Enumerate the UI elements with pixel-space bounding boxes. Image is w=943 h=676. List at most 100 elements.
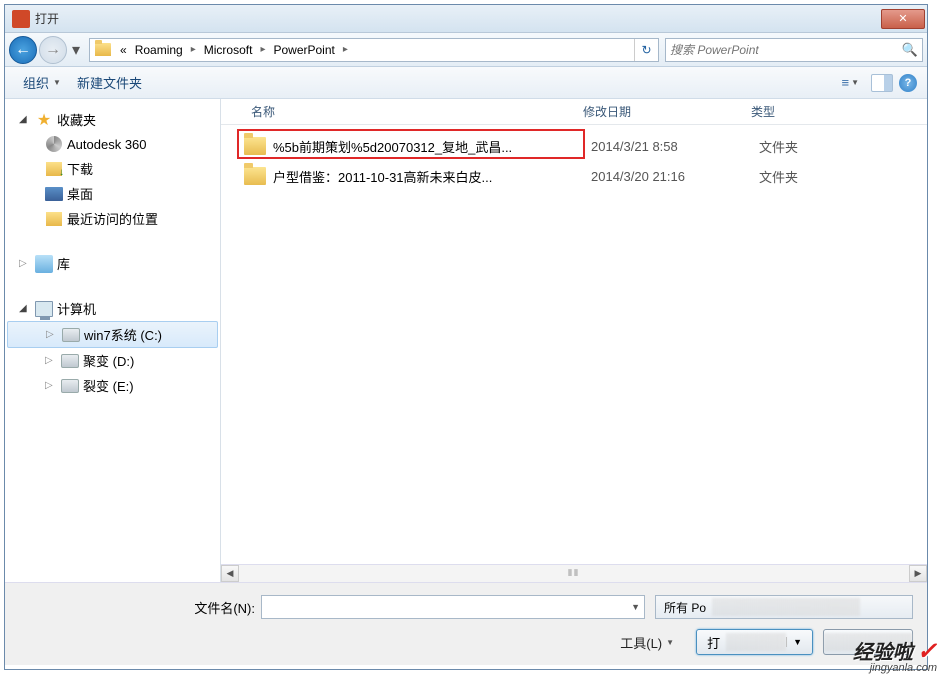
- tree-arrow-icon[interactable]: ▷: [19, 258, 31, 269]
- view-mode-button[interactable]: ≡ ▼: [835, 72, 865, 93]
- tree-arrow-icon[interactable]: ▷: [45, 380, 57, 391]
- column-date[interactable]: 修改日期: [575, 99, 743, 124]
- tree-arrow-icon[interactable]: ◢: [19, 303, 31, 314]
- autodesk-icon: [45, 135, 63, 153]
- column-headers: 名称 修改日期 类型: [221, 99, 927, 125]
- watermark: 经验啦 ✓ jingyanla.com: [853, 636, 937, 674]
- tree-computer-label: 计算机: [57, 299, 96, 318]
- scroll-right-button[interactable]: ▶: [909, 565, 927, 582]
- breadcrumb-sep-icon[interactable]: ▸: [187, 44, 200, 55]
- file-date: 2014/3/21 8:58: [591, 139, 759, 154]
- nav-back-button[interactable]: ←: [9, 36, 37, 64]
- downloads-icon: [45, 160, 63, 178]
- tree-autodesk[interactable]: Autodesk 360: [5, 132, 220, 156]
- toolbar: 组织 ▼ 新建文件夹 ≡ ▼ ?: [5, 67, 927, 99]
- tree-arrow-icon[interactable]: ◢: [19, 114, 31, 125]
- library-icon: [35, 255, 53, 273]
- folder-icon: [243, 164, 267, 188]
- horizontal-scrollbar[interactable]: ◀ ⦀⦀ ▶: [221, 564, 927, 582]
- file-list-pane: 名称 修改日期 类型 %5b前期策划%5d20070312_复地_武昌... 2…: [221, 99, 927, 582]
- nav-forward-button: →: [39, 36, 67, 64]
- organize-menu[interactable]: 组织 ▼: [15, 69, 69, 96]
- tree-drive-e[interactable]: ▷ 裂变 (E:): [5, 373, 220, 398]
- chevron-down-icon: ▼: [851, 78, 859, 87]
- folder-icon: [243, 134, 267, 158]
- filename-combobox[interactable]: ▼: [261, 595, 645, 619]
- tools-label: 工具(L): [620, 633, 662, 652]
- tree-desktop-label: 桌面: [67, 184, 93, 203]
- chevron-down-icon[interactable]: ▼: [631, 602, 640, 612]
- footer: 文件名(N): ▼ 所有 Po 工具(L) ▼ 打 ▼: [5, 582, 927, 665]
- file-row[interactable]: %5b前期策划%5d20070312_复地_武昌... 2014/3/21 8:…: [221, 131, 927, 161]
- tree-drive-d-label: 聚变 (D:): [83, 351, 134, 370]
- obscured-region: [726, 633, 786, 651]
- tree-recent[interactable]: 最近访问的位置: [5, 206, 220, 231]
- new-folder-button[interactable]: 新建文件夹: [69, 69, 150, 96]
- titlebar: 打开 ✕: [5, 5, 927, 33]
- breadcrumb-prefix[interactable]: «: [116, 39, 131, 61]
- tree-library-label: 库: [57, 254, 70, 273]
- folder-icon: [94, 41, 112, 59]
- tree-drive-d[interactable]: ▷ 聚变 (D:): [5, 348, 220, 373]
- recent-icon: [45, 210, 63, 228]
- organize-label: 组织: [23, 73, 49, 92]
- column-name[interactable]: 名称: [221, 99, 575, 124]
- tree-arrow-icon[interactable]: ▷: [46, 329, 58, 340]
- scroll-grip-icon[interactable]: ⦀⦀: [568, 568, 580, 579]
- breadcrumb-roaming[interactable]: Roaming: [131, 39, 187, 61]
- scroll-left-button[interactable]: ◀: [221, 565, 239, 582]
- tree-drive-e-label: 裂变 (E:): [83, 376, 134, 395]
- address-bar[interactable]: « Roaming ▸ Microsoft ▸ PowerPoint ▸ ↻: [89, 38, 659, 62]
- tree-downloads[interactable]: 下载: [5, 156, 220, 181]
- breadcrumb-sep-icon[interactable]: ▸: [339, 44, 352, 55]
- computer-icon: [35, 300, 53, 318]
- close-button[interactable]: ✕: [881, 9, 925, 29]
- tools-menu[interactable]: 工具(L) ▼: [620, 633, 674, 652]
- window-title: 打开: [35, 10, 881, 27]
- search-input[interactable]: [670, 43, 902, 57]
- desktop-icon: [45, 185, 63, 203]
- tree-computer[interactable]: ◢ 计算机: [5, 296, 220, 321]
- filename-label: 文件名(N):: [19, 598, 261, 617]
- filetype-filter[interactable]: 所有 Po: [655, 595, 913, 619]
- breadcrumb-powerpoint[interactable]: PowerPoint: [269, 39, 338, 61]
- tree-arrow-icon[interactable]: ▷: [45, 355, 57, 366]
- file-row[interactable]: 户型借鉴：2011-10-31高新未来白皮... 2014/3/20 21:16…: [221, 161, 927, 191]
- tree-library[interactable]: ▷ 库: [5, 251, 220, 276]
- search-box[interactable]: 🔍: [665, 38, 923, 62]
- tree-autodesk-label: Autodesk 360: [67, 137, 147, 152]
- breadcrumb-microsoft[interactable]: Microsoft: [200, 39, 257, 61]
- file-rows[interactable]: %5b前期策划%5d20070312_复地_武昌... 2014/3/21 8:…: [221, 125, 927, 564]
- breadcrumb-sep-icon[interactable]: ▸: [256, 44, 269, 55]
- drive-icon: [62, 326, 80, 344]
- watermark-text: 经验啦: [853, 636, 913, 665]
- filetype-filter-label: 所有 Po: [664, 599, 706, 616]
- star-icon: ★: [35, 111, 53, 129]
- tree-downloads-label: 下载: [67, 159, 93, 178]
- chevron-down-icon: ▼: [666, 638, 674, 647]
- open-dialog-window: 打开 ✕ ← → ▾ « Roaming ▸ Microsoft ▸ Power…: [4, 4, 928, 670]
- chevron-down-icon[interactable]: ▼: [786, 637, 802, 647]
- refresh-button[interactable]: ↻: [634, 39, 658, 61]
- tree-drive-c[interactable]: ▷ win7系统 (C:): [7, 321, 218, 348]
- filename-input[interactable]: [266, 600, 631, 614]
- file-name: 户型借鉴：2011-10-31高新未来白皮...: [273, 167, 591, 186]
- tree-favorites-label: 收藏夹: [57, 110, 96, 129]
- sidebar-tree[interactable]: ◢ ★ 收藏夹 Autodesk 360 下载 桌面 最近访问的位置: [5, 99, 221, 582]
- open-button[interactable]: 打 ▼: [696, 629, 813, 655]
- chevron-down-icon: ▼: [53, 78, 61, 87]
- column-type[interactable]: 类型: [743, 99, 873, 124]
- help-button[interactable]: ?: [899, 74, 917, 92]
- preview-pane-button[interactable]: [871, 74, 893, 92]
- nav-history-dropdown[interactable]: ▾: [69, 40, 83, 60]
- open-label: 打: [707, 633, 720, 652]
- tree-desktop[interactable]: 桌面: [5, 181, 220, 206]
- drive-icon: [61, 377, 79, 395]
- tree-drive-c-label: win7系统 (C:): [84, 325, 162, 344]
- view-list-icon: ≡: [841, 75, 847, 90]
- search-icon[interactable]: 🔍: [902, 42, 918, 58]
- tree-favorites[interactable]: ◢ ★ 收藏夹: [5, 107, 220, 132]
- drive-icon: [61, 352, 79, 370]
- file-name: %5b前期策划%5d20070312_复地_武昌...: [273, 137, 591, 156]
- body-area: ◢ ★ 收藏夹 Autodesk 360 下载 桌面 最近访问的位置: [5, 99, 927, 582]
